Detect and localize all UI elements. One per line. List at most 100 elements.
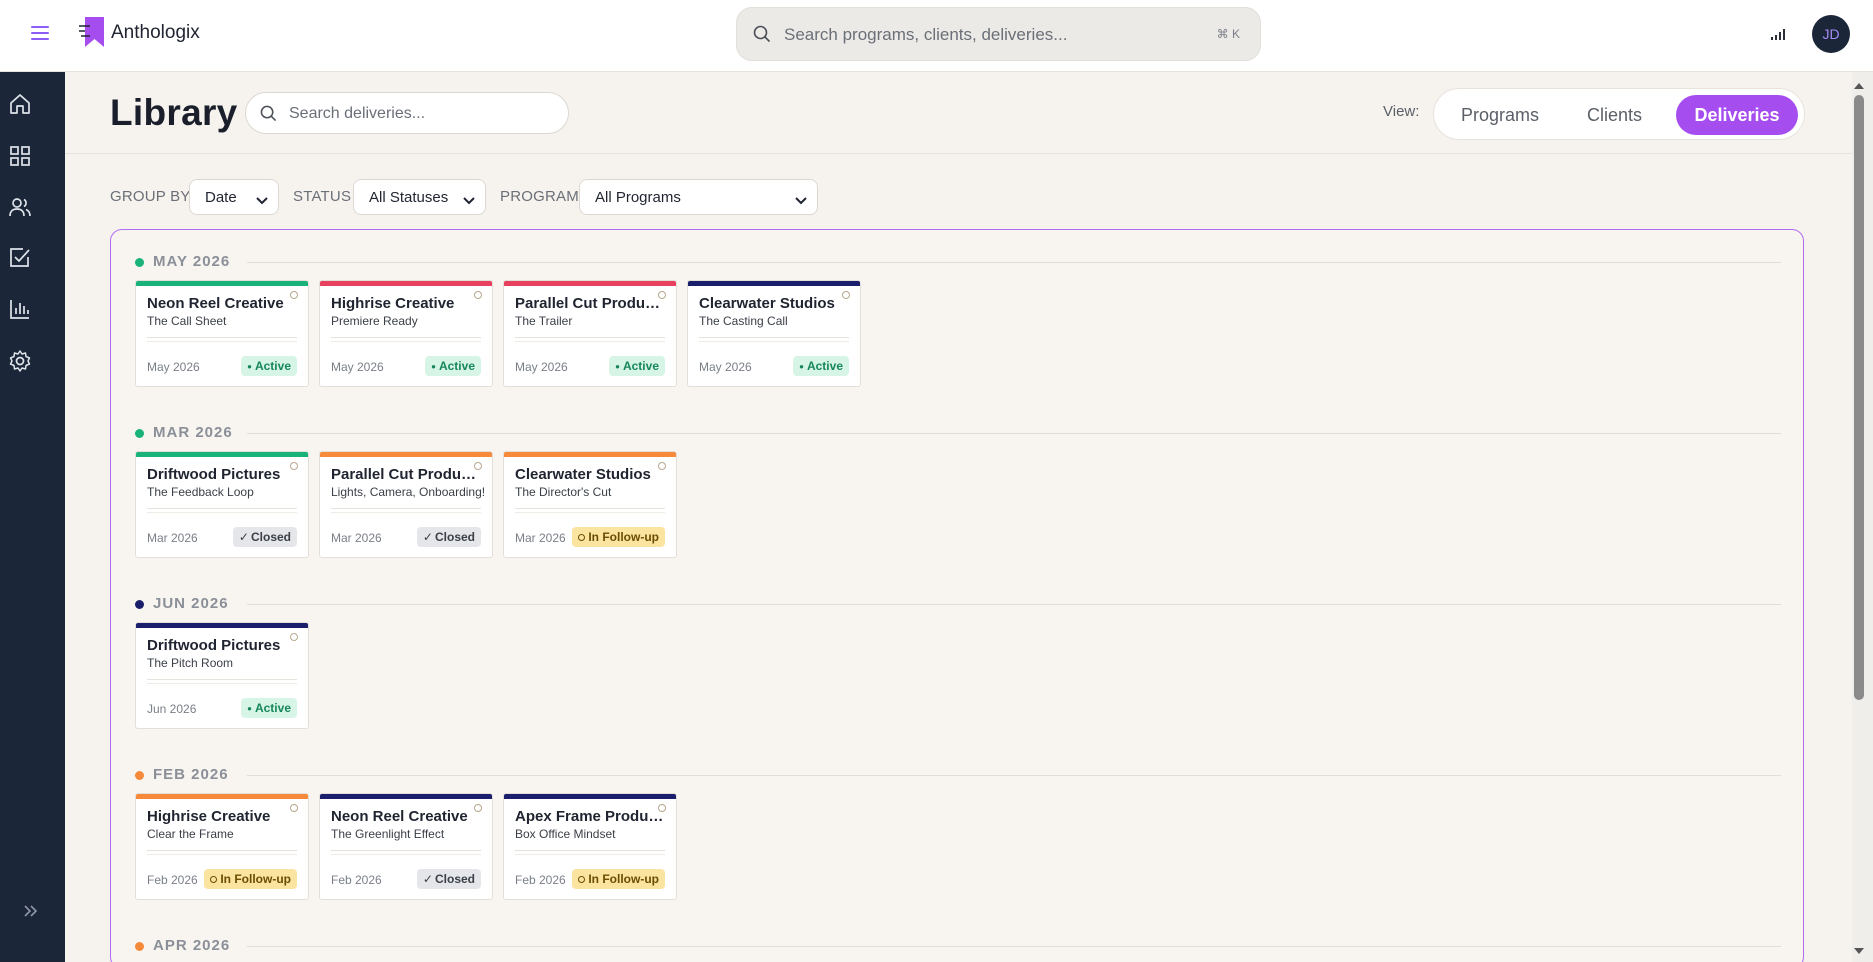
group-by-value: Date: [205, 189, 237, 206]
group-divider: [247, 604, 1781, 605]
select-circle-icon[interactable]: [658, 462, 666, 470]
select-circle-icon[interactable]: [474, 462, 482, 470]
menu-icon[interactable]: [31, 26, 49, 40]
delivery-card[interactable]: Highrise Creative Premiere Ready May 2026 ●…: [319, 280, 493, 387]
status-select[interactable]: All Statuses: [353, 179, 486, 215]
delivery-card[interactable]: Apex Frame Productions Box Office Mindset…: [503, 793, 677, 900]
bar-chart-icon[interactable]: [8, 297, 32, 321]
card-color-bar: [320, 281, 492, 286]
program-label: PROGRAM: [500, 188, 579, 205]
deliveries-search-input[interactable]: Search deliveries...: [245, 92, 569, 134]
status-text: Closed: [434, 872, 475, 886]
card-client: Clearwater Studios: [515, 466, 651, 483]
group-dot: [135, 600, 144, 609]
card-color-bar: [320, 452, 492, 457]
page-title: Library: [110, 92, 238, 133]
chevron-down-icon: [795, 192, 807, 209]
card-client: Driftwood Pictures: [147, 466, 281, 483]
group-label: MAR 2026: [153, 424, 233, 441]
view-programs-button[interactable]: Programs: [1440, 95, 1560, 135]
gear-icon[interactable]: [8, 349, 32, 373]
delivery-card[interactable]: Neon Reel Creative The Greenlight Effect F…: [319, 793, 493, 900]
group-dot: [135, 771, 144, 780]
group-divider: [247, 262, 1781, 263]
group-by-select[interactable]: Date: [189, 179, 279, 215]
global-search-input[interactable]: Search programs, clients, deliveries... …: [736, 7, 1261, 61]
home-icon[interactable]: [8, 92, 32, 116]
deliveries-search-placeholder: Search deliveries...: [289, 105, 426, 122]
chevron-down-icon: [463, 192, 475, 209]
delivery-card[interactable]: Neon Reel Creative The Call Sheet May 2026…: [135, 280, 309, 387]
card-date: May 2026: [331, 360, 384, 374]
status-badge: In Follow-up: [572, 869, 665, 889]
search-icon: [753, 25, 771, 48]
card-program: The Director's Cut: [515, 485, 612, 499]
checkbox-icon[interactable]: [8, 246, 32, 270]
card-divider: [515, 850, 665, 851]
group-header: JUN 2026: [135, 594, 1781, 614]
program-value: All Programs: [595, 189, 681, 206]
select-circle-icon[interactable]: [290, 633, 298, 641]
select-circle-icon[interactable]: [290, 291, 298, 299]
card-divider: [331, 341, 481, 342]
user-avatar[interactable]: JD: [1812, 15, 1850, 53]
delivery-card[interactable]: Parallel Cut Productions The Trailer May 2…: [503, 280, 677, 387]
scrollbar-thumb[interactable]: [1854, 95, 1864, 700]
grid-icon[interactable]: [8, 144, 32, 168]
delivery-card[interactable]: Clearwater Studios The Casting Call May 20…: [687, 280, 861, 387]
global-search-placeholder: Search programs, clients, deliveries...: [784, 25, 1068, 44]
group-dot: [135, 429, 144, 438]
card-divider: [147, 850, 297, 851]
card-divider: [699, 341, 849, 342]
top-bar: Anthologix Search programs, clients, del…: [0, 0, 1873, 72]
card-date: Feb 2026: [515, 873, 566, 887]
scroll-down-arrow-icon[interactable]: [1853, 942, 1865, 960]
status-badge: ● Active: [241, 698, 297, 718]
scroll-up-arrow-icon[interactable]: [1853, 77, 1865, 95]
select-circle-icon[interactable]: [290, 804, 298, 812]
delivery-card[interactable]: Driftwood Pictures The Pitch Room Jun 2026…: [135, 622, 309, 729]
double-chevron-right-icon[interactable]: [22, 904, 40, 923]
status-dot-icon: ●: [247, 361, 252, 371]
status-dot-icon: ●: [431, 361, 436, 371]
group-label: APR 2026: [153, 937, 231, 954]
status-badge: ● Active: [241, 356, 297, 376]
card-divider: [515, 508, 665, 509]
status-badge: ● Active: [793, 356, 849, 376]
select-circle-icon[interactable]: [474, 291, 482, 299]
follow-up-icon: [578, 875, 586, 883]
delivery-card[interactable]: Clearwater Studios The Director's Cut Mar …: [503, 451, 677, 558]
status-badge: ✓ Closed: [416, 527, 481, 547]
brand-logo[interactable]: Anthologix: [78, 17, 200, 49]
group-label: JUN 2026: [153, 595, 229, 612]
users-icon[interactable]: [8, 195, 32, 219]
library-header: Library Search deliveries... View: Progr…: [65, 72, 1852, 154]
brand-name: Anthologix: [111, 22, 200, 43]
card-program: The Greenlight Effect: [331, 827, 445, 841]
card-program: The Feedback Loop: [147, 485, 254, 499]
card-color-bar: [504, 281, 676, 286]
group-dot: [135, 942, 144, 951]
card-program: The Casting Call: [699, 314, 788, 328]
group-divider: [247, 433, 1781, 434]
card-color-bar: [136, 623, 308, 628]
view-deliveries-button[interactable]: Deliveries: [1676, 95, 1798, 135]
select-circle-icon[interactable]: [474, 804, 482, 812]
card-client: Neon Reel Creative: [331, 808, 468, 825]
main-content: Library Search deliveries... View: Progr…: [65, 72, 1852, 962]
delivery-card[interactable]: Driftwood Pictures The Feedback Loop Mar 2…: [135, 451, 309, 558]
delivery-card[interactable]: Parallel Cut Productions Lights, Camera, …: [319, 451, 493, 558]
view-clients-button[interactable]: Clients: [1562, 95, 1667, 135]
card-date: Mar 2026: [147, 531, 198, 545]
card-date: Mar 2026: [515, 531, 566, 545]
select-circle-icon[interactable]: [842, 291, 850, 299]
select-circle-icon[interactable]: [290, 462, 298, 470]
card-divider: [331, 337, 481, 338]
program-select[interactable]: All Programs: [579, 179, 818, 215]
select-circle-icon[interactable]: [658, 291, 666, 299]
group-divider: [247, 775, 1781, 776]
delivery-card[interactable]: Highrise Creative Clear the Frame Feb 2026…: [135, 793, 309, 900]
select-circle-icon[interactable]: [658, 804, 666, 812]
status-badge: ✓ Closed: [416, 869, 481, 889]
card-client: Highrise Creative: [331, 295, 455, 312]
